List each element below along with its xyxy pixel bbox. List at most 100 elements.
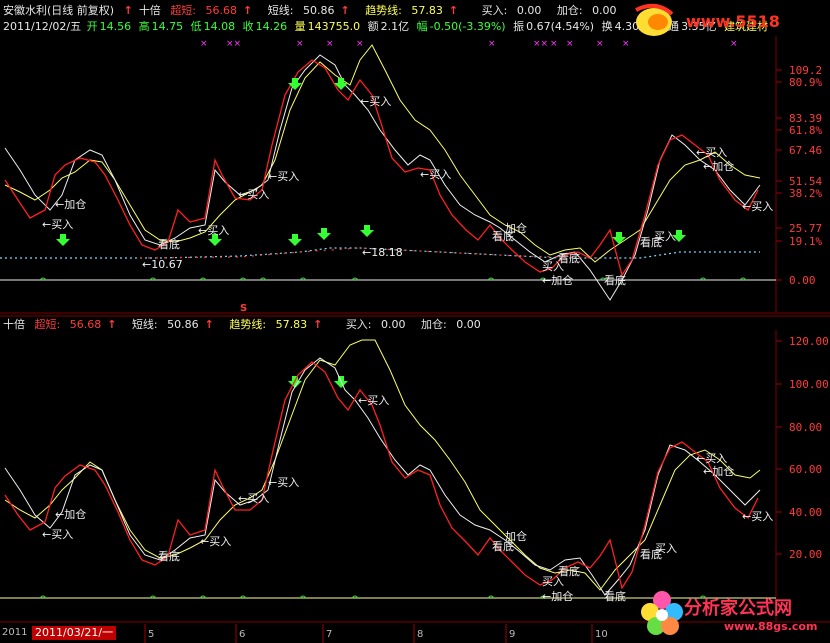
down-arrow-icon — [334, 78, 348, 90]
down-arrow-icon — [56, 234, 70, 246]
chaoduan-label: 超短: 56.68 ↑ — [34, 318, 117, 331]
month-label: 5 — [148, 629, 154, 640]
month-label: 6 — [239, 629, 245, 640]
watermark-logo-top: www.5518 — [620, 0, 830, 40]
axis-label: 19.1% — [789, 235, 822, 248]
svg-text:×: × — [730, 39, 738, 49]
top-axis-ticks — [776, 69, 782, 281]
logo-title: 分析家公式网 — [684, 598, 792, 619]
svg-text:×: × — [356, 39, 364, 49]
quote-amount: 额 2.1亿 — [367, 20, 410, 33]
annotation-add: ←加仓 — [703, 159, 734, 173]
bottom-axis-labels: 120.00 100.00 80.00 60.00 40.00 20.00 — [789, 335, 829, 561]
annotation-add: ←加仓 — [542, 589, 573, 603]
quote-date: 2011/12/02/五 — [3, 20, 82, 33]
annotation-buy: ←买入 — [696, 146, 727, 159]
signal-marks: × ×× × × × × ×× × × × × × — [200, 39, 738, 49]
duanxian-value: 50.86 — [302, 4, 335, 17]
quote-change: 幅 -0.50(-3.39%) — [416, 20, 506, 33]
logo-text: www.5518 — [686, 12, 780, 31]
axis-label: 61.8% — [789, 124, 822, 137]
down-arrow-icon — [360, 225, 374, 237]
chaoduan-label: 超短: 56.68 ↑ — [170, 4, 253, 17]
annotation-look-bottom: 看底 — [492, 229, 514, 243]
month-label: 9 — [509, 629, 515, 640]
axis-label: 80.00 — [789, 421, 822, 434]
watermark-logo-bottom: 分析家公式网 www.88gs.com — [640, 586, 830, 643]
up-arrow-icon: ↑ — [313, 318, 323, 331]
annotation-buy: ←买入 — [200, 535, 231, 548]
annotation-look-bottom: 看底 — [640, 235, 662, 249]
axis-label: 100.00 — [789, 378, 829, 391]
month-label: 7 — [326, 629, 332, 640]
qushi-label: 趋势线: 57.83 ↑ — [229, 318, 323, 331]
annotation-look-bottom: 看底 — [604, 589, 626, 603]
buy-label: 买入: 0.00 — [481, 4, 542, 17]
add-label: 加仓: 0.00 — [421, 318, 481, 331]
top-white-line — [4, 54, 761, 301]
qushi-value: 57.83 — [411, 4, 443, 17]
annotation-buy: ←买入 — [42, 528, 73, 541]
axis-label: 0.00 — [789, 274, 816, 287]
top-yellow-line — [4, 44, 761, 263]
annotation-look-bottom: 看底 — [158, 237, 180, 251]
add-label: 加仓: 0.00 — [556, 4, 617, 17]
up-arrow-icon: ↑ — [123, 4, 133, 17]
up-arrow-icon: ↑ — [243, 4, 253, 17]
logo-url: www.88gs.com — [724, 620, 818, 633]
annotation-add: ←加仓 — [55, 197, 86, 211]
annotation-buy: ←买入 — [42, 218, 73, 231]
axis-label: 67.46 — [789, 144, 822, 157]
up-arrow-icon: ↑ — [448, 4, 459, 17]
axis-label: 25.77 — [789, 222, 822, 235]
selected-date[interactable]: 2011/03/21/一 — [32, 626, 117, 640]
annotation-buy: ←买入 — [360, 95, 391, 108]
annotation-look-bottom: 看底 — [604, 273, 626, 287]
annotation-high-price: ←18.18 — [362, 246, 403, 259]
down-arrow-icon — [317, 228, 331, 240]
svg-text:×: × — [296, 39, 304, 49]
annotation-buy: 买入 — [542, 260, 564, 273]
annotation-look-bottom: 看底 — [640, 547, 662, 561]
green-arrow-group — [56, 78, 686, 388]
duanxian-label: 短线: 50.86 ↑ — [131, 318, 214, 331]
annotation-buy: 买入 — [542, 575, 564, 588]
annotation-buy: ←买入 — [238, 492, 269, 505]
annotation-add: ←加仓 — [542, 273, 573, 287]
top-axis-labels: 109.2 80.9% 83.39 61.8% 67.46 51.54 38.2… — [789, 64, 822, 287]
svg-text:×: × — [596, 39, 604, 49]
chaoduan-value: 56.68 — [205, 4, 238, 17]
annotation-buy: ←买入 — [742, 510, 773, 523]
annotation-buy: ←买入 — [238, 188, 269, 201]
down-arrow-icon — [612, 232, 626, 244]
quote-high: 高 14.75 — [138, 20, 184, 33]
svg-text:×: × — [326, 39, 334, 49]
annotation-buy: ←买入 — [742, 200, 773, 213]
stock-title: 安徽水利(日线 前复权) — [3, 4, 115, 17]
annotation-buy: ←买入 — [198, 224, 229, 237]
logo-swirl-icon — [635, 3, 674, 36]
annotation-buy: ←买入 — [358, 394, 389, 407]
svg-text:××: ×× — [533, 39, 548, 49]
annotation-add: ←加仓 — [703, 464, 734, 478]
indicator-name: 十倍 — [138, 4, 161, 17]
timeline-year: 2011 — [2, 627, 28, 638]
month-label: 10 — [595, 629, 608, 640]
axis-label: 60.00 — [789, 463, 822, 476]
timeline-labels: 5 6 7 8 9 10 — [148, 629, 608, 640]
bottom-axis-ticks — [776, 340, 782, 555]
flower-logo-icon — [641, 591, 683, 635]
annotation-buy: ←买入 — [268, 170, 299, 183]
bottom-annotations: ←加仓 ←买入 看底 ←买入 ←买入 ←买入 ←买入 加仓 看底 看底 买入 ←… — [42, 394, 773, 603]
sell-marker: S — [240, 303, 248, 314]
annotation-low-price: ←10.67 — [142, 258, 183, 271]
annotation-buy: ←买入 — [420, 168, 451, 181]
up-arrow-icon: ↑ — [107, 318, 117, 331]
quote-volume: 量 143755.0 — [294, 20, 361, 33]
up-arrow-icon: ↑ — [340, 4, 350, 17]
svg-text:×: × — [550, 39, 558, 49]
down-arrow-icon — [288, 234, 302, 246]
svg-text:××: ×× — [226, 39, 241, 49]
annotation-buy: ←买入 — [696, 452, 727, 465]
axis-label: 120.00 — [789, 335, 829, 348]
